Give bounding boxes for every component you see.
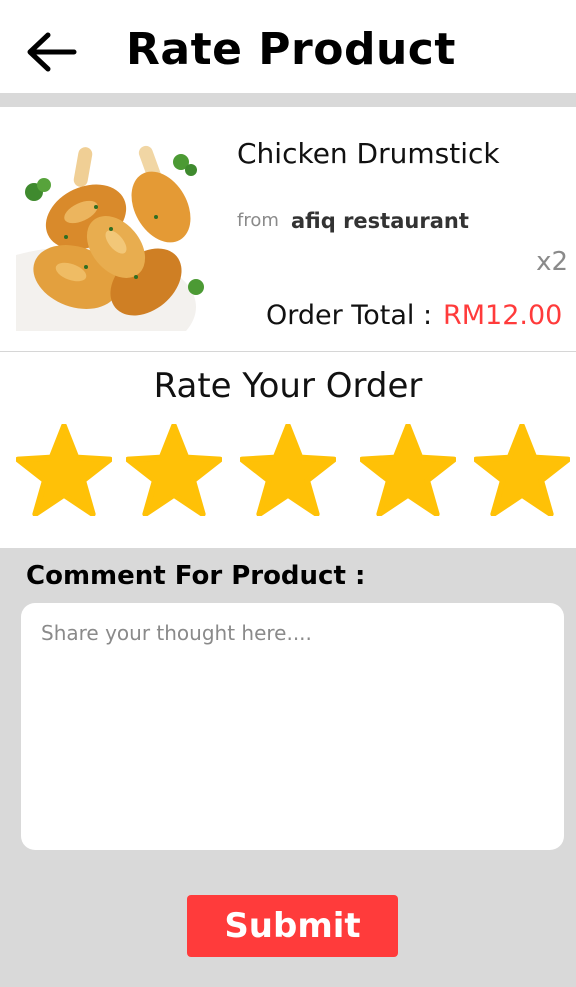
arrow-left-icon: [27, 32, 77, 72]
rating-section: Rate Your Order: [0, 352, 576, 548]
order-total-label: Order Total :: [266, 300, 433, 331]
restaurant-name[interactable]: afiq restaurant: [291, 209, 469, 233]
star-2-icon[interactable]: [126, 424, 222, 516]
product-name: Chicken Drumstick: [237, 137, 500, 170]
rating-title: Rate Your Order: [153, 366, 423, 406]
submit-button[interactable]: Submit: [187, 895, 398, 957]
star-1-icon[interactable]: [16, 424, 112, 516]
header-divider: [0, 93, 576, 107]
star-3-icon[interactable]: [240, 424, 336, 516]
app-header: Rate Product: [0, 0, 576, 93]
quantity-label: x2: [536, 247, 568, 277]
comment-label: Comment For Product :: [26, 561, 366, 591]
product-card: Chicken Drumstick from afiq restaurant x…: [0, 107, 576, 352]
product-image: [16, 137, 210, 331]
from-label: from: [237, 210, 279, 231]
order-total-value: RM12.00: [443, 300, 563, 331]
page-title: Rate Product: [126, 24, 456, 75]
comment-textarea[interactable]: [21, 603, 564, 850]
star-5-icon[interactable]: [474, 424, 570, 516]
chicken-drumstick-photo: [16, 137, 210, 331]
star-4-icon[interactable]: [360, 424, 456, 516]
back-button[interactable]: [22, 28, 80, 76]
